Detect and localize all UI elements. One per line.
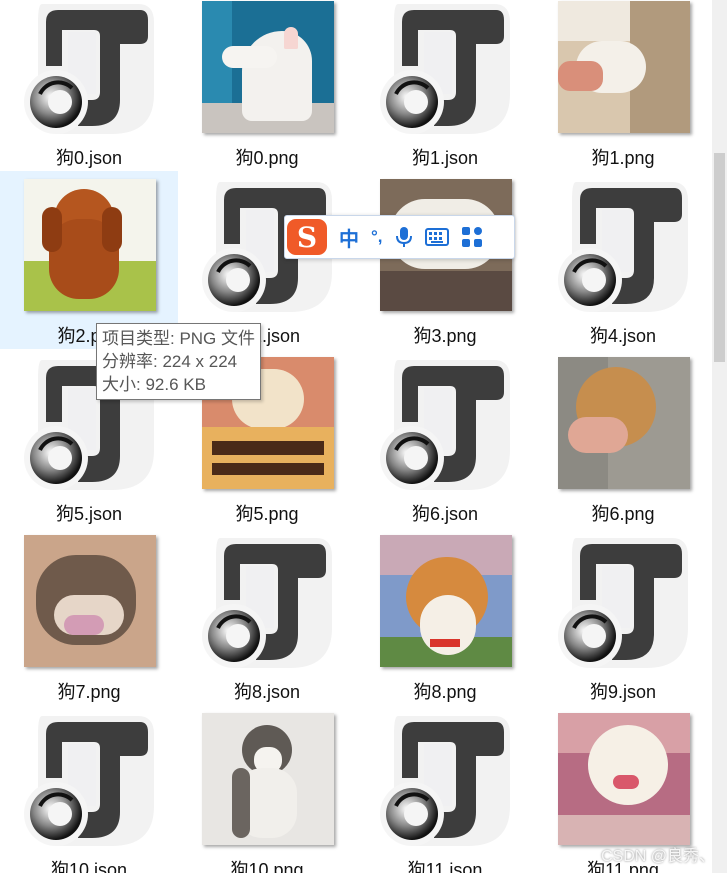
file-item-json[interactable]: 狗4.json [534,171,712,349]
file-thumbnail[interactable] [358,349,533,497]
file-name-label: 狗8.png [413,682,477,702]
file-info-tooltip: 项目类型: PNG 文件 分辨率: 224 x 224 大小: 92.6 KB [96,323,262,400]
file-name-label: 狗1.json [411,148,479,168]
file-thumbnail[interactable] [536,527,711,675]
file-thumbnail[interactable] [358,527,533,675]
file-name-label: 狗1.png [591,148,655,168]
dog-photo-thumbnail [201,713,334,845]
dog-photo-thumbnail [557,1,690,133]
file-item-json[interactable]: 狗9.json [534,527,712,705]
file-item-png[interactable]: 狗6.png [534,349,712,527]
file-thumbnail[interactable] [536,705,711,853]
file-thumbnail[interactable] [2,705,177,853]
file-thumbnail[interactable] [180,0,355,141]
sogou-logo-icon[interactable]: S [287,219,327,255]
file-name-label: 狗8.json [233,682,301,702]
file-name-label: 狗7.png [57,682,121,702]
file-item-json[interactable]: 狗6.json [356,349,534,527]
dog-photo-thumbnail [23,535,156,667]
dog-photo-thumbnail [557,713,690,845]
file-name-label: 狗10.json [50,860,128,873]
ime-mode-button[interactable]: 中 [339,223,359,252]
file-name-label: 狗9.json [589,682,657,702]
file-thumbnail[interactable] [2,0,177,141]
file-name-label: 狗6.json [411,504,479,524]
file-item-png[interactable]: 狗7.png [0,527,178,705]
file-item-png[interactable]: 狗8.png [356,527,534,705]
file-thumbnail[interactable] [180,527,355,675]
file-name-label: 狗6.png [591,504,655,524]
file-item-json[interactable]: 狗10.json [0,705,178,873]
ime-punct-button[interactable]: °, [371,227,383,247]
file-name-label: 狗5.png [235,504,299,524]
file-item-png[interactable]: 狗1.png [534,0,712,171]
json-file-icon [201,538,332,668]
file-grid: 狗0.json 狗0.png 狗1.json 狗1.png 狗2.png 狗2.… [0,0,712,873]
file-item-png[interactable]: 狗10.png [178,705,356,873]
json-file-icon [379,716,510,846]
ime-toolbar[interactable]: S 中 °, [284,215,515,259]
file-thumbnail[interactable] [358,0,533,141]
vertical-scrollbar[interactable] [712,0,727,873]
keyboard-icon[interactable] [424,228,449,246]
ime-logo-text: S [296,220,318,254]
file-thumbnail[interactable] [536,349,711,497]
json-file-icon [557,182,688,312]
watermark: CSDN @良秀、 [600,848,715,865]
file-thumbnail[interactable] [536,0,711,141]
microphone-icon[interactable] [395,226,413,248]
scrollbar-thumb[interactable] [714,153,725,362]
file-name-label: 狗0.png [235,148,299,168]
file-thumbnail[interactable] [2,171,177,319]
file-item-json[interactable]: 狗1.json [356,0,534,171]
file-name-label: 狗0.json [55,148,123,168]
file-thumbnail[interactable] [536,171,711,319]
tooltip-size: 大小: 92.6 KB [102,375,206,394]
file-thumbnail[interactable] [2,527,177,675]
json-file-icon [23,4,154,134]
file-thumbnail[interactable] [180,705,355,853]
file-name-label: 狗4.json [589,326,657,346]
dog-photo-thumbnail [557,357,690,489]
file-name-label: 狗5.json [55,504,123,524]
dog-photo-thumbnail [201,1,334,133]
file-thumbnail[interactable] [358,705,533,853]
file-item-json[interactable]: 狗11.json [356,705,534,873]
tooltip-item-type: 项目类型: PNG 文件 [102,329,256,348]
file-explorer-view: 狗0.json 狗0.png 狗1.json 狗1.png 狗2.png 狗2.… [0,0,727,873]
apps-grid-icon[interactable] [461,226,483,248]
tooltip-resolution: 分辨率: 224 x 224 [102,352,238,371]
json-file-icon [23,716,154,846]
file-name-label: 狗11.json [407,860,483,873]
file-name-label: 狗10.png [230,860,304,873]
file-item-png[interactable]: 狗3.png [356,171,534,349]
json-file-icon [379,4,510,134]
file-name-label: 狗3.png [413,326,477,346]
json-file-icon [379,360,510,490]
dog-photo-thumbnail [379,535,512,667]
file-item-json[interactable]: 狗8.json [178,527,356,705]
file-item-json[interactable]: 狗0.json [0,0,178,171]
json-file-icon [557,538,688,668]
file-item-png[interactable]: 狗0.png [178,0,356,171]
file-row: 狗7.png 狗8.json 狗8.png 狗9.json [0,527,712,705]
file-row: 狗0.json 狗0.png 狗1.json 狗1.png [0,0,712,171]
dog-photo-thumbnail [23,179,156,311]
